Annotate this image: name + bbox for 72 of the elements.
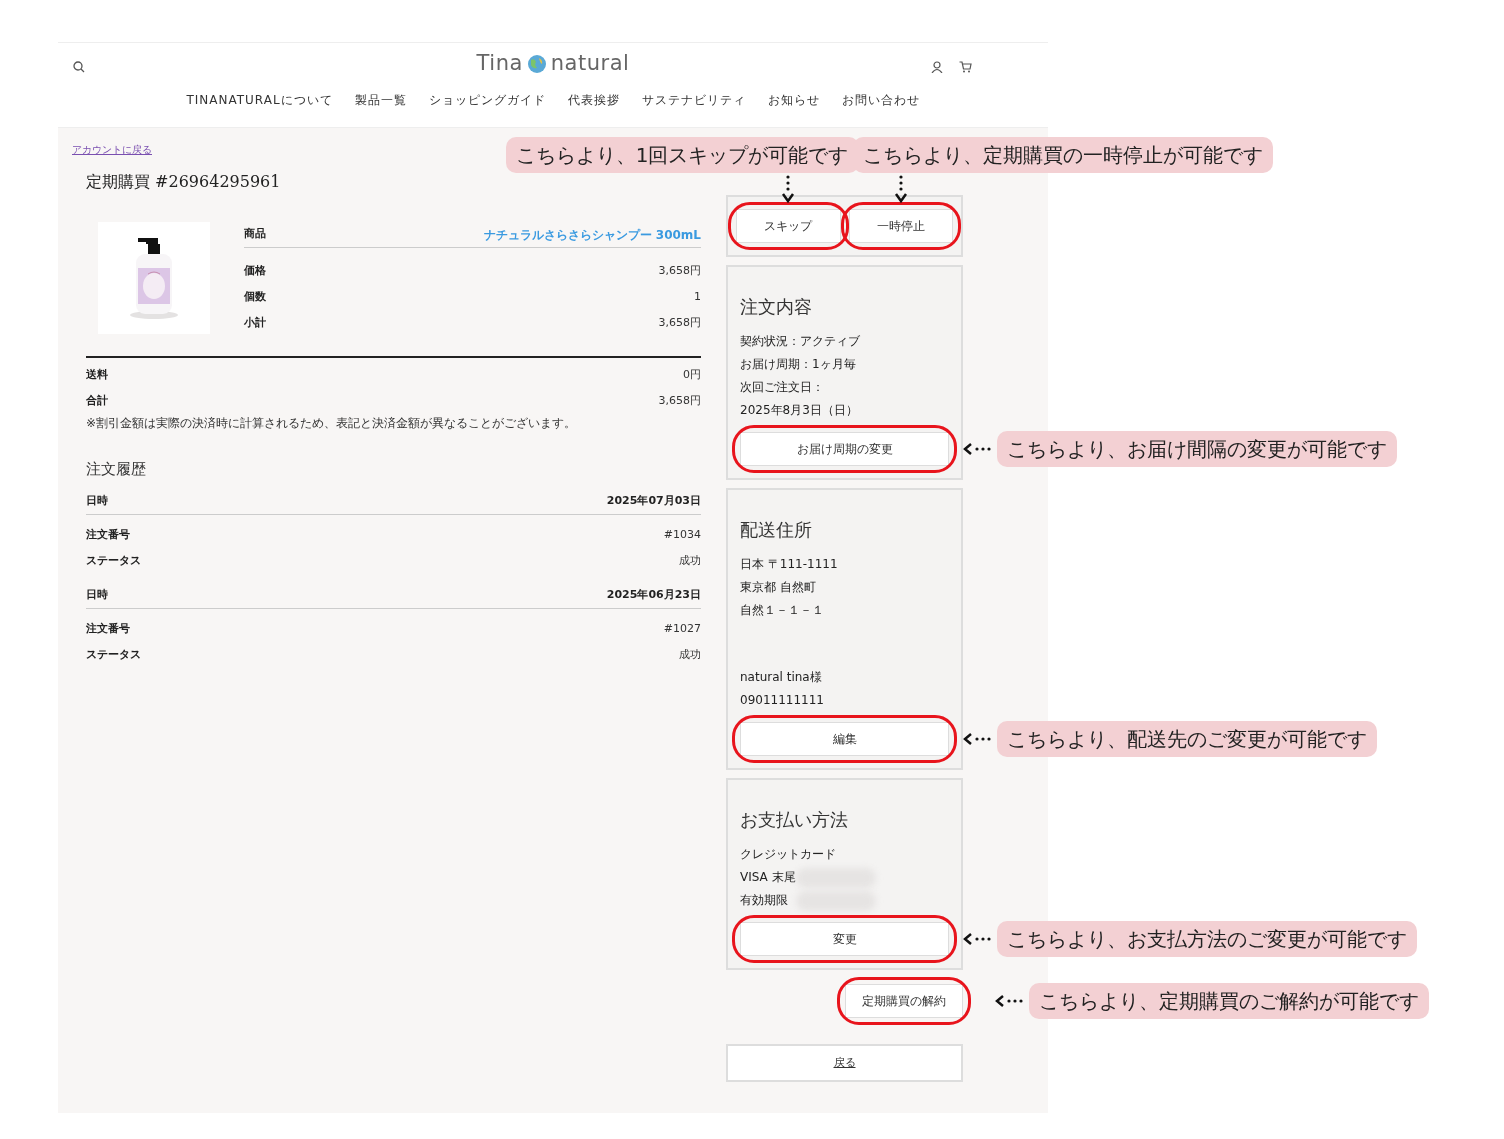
info-line: 自然１－１－１ [740,602,825,619]
row-value: #1034 [663,527,701,544]
arrow-icon [963,932,991,946]
row-label: 個数 [244,288,266,305]
return-button[interactable]: 戻る [726,1044,963,1082]
nav-link[interactable]: 製品一覧 [354,91,407,109]
row-label: 日時 [86,492,108,509]
row-value: 成功 [679,647,701,664]
nav-link[interactable]: 代表挨拶 [567,91,620,109]
skip-button[interactable]: スキップ [736,209,841,243]
info-line: 契約状況：アクティブ [740,333,861,350]
info-line: VISA 末尾 [740,866,949,889]
row-value: 3,658円 [658,314,701,331]
back-link[interactable]: アカウントに戻る [72,142,152,157]
annotation-callout: こちらより、配送先のご変更が可能です [997,721,1377,757]
globe-icon [526,53,547,74]
card-button[interactable]: お届け周期の変更 [740,432,949,466]
row-label: 注文番号 [86,621,130,638]
arrow-icon [995,994,1023,1008]
arrow-icon [893,174,908,204]
info-line: お届け周期：1ヶ月毎 [740,356,857,373]
card-heading: 配送住所 [740,518,813,542]
row-label: 小計 [244,314,266,331]
card-heading: 注文内容 [740,295,813,319]
annotation-callout: こちらより、お届け間隔の変更が可能です [997,431,1397,467]
info-line: 有効期限 [740,889,949,912]
page-title: 定期購買 #26964295961 [86,171,282,193]
row-label: 合計 [86,392,108,409]
row-value: 3,658円 [658,262,701,279]
arrow-icon [781,174,796,204]
column-label: 商品 [244,226,266,243]
card-button[interactable]: 変更 [740,922,949,956]
info-line: 2025年8月3日（日） [740,402,859,419]
nav-link[interactable]: ショッピングガイド [428,91,546,109]
row-label: 価格 [244,262,266,279]
nav-link[interactable]: お知らせ [767,91,820,109]
row-label: 注文番号 [86,527,130,544]
section-heading: 注文履歴 [86,459,147,480]
card-button[interactable]: 編集 [740,722,949,756]
row-value: #1027 [663,621,701,638]
order-date: 2025年06月23日 [606,586,701,603]
order-date: 2025年07月03日 [606,492,701,509]
user-icon[interactable] [931,61,943,73]
row-value: 0円 [683,366,701,383]
row-label: ステータス [86,553,141,570]
nav-link[interactable]: サステナビリティ [641,91,746,109]
card-heading: お支払い方法 [740,808,849,832]
annotation-callout: こちらより、お支払方法のご変更が可能です [997,921,1417,957]
nav-link[interactable]: TINANATURALについて [186,91,333,109]
cancel-button[interactable]: 定期購買の解約 [845,984,963,1018]
row-label: 日時 [86,586,108,603]
row-value: 1 [694,288,701,305]
info-line: 09011111111 [740,692,825,709]
nav-link[interactable]: お問い合わせ [841,91,920,109]
pause-button[interactable]: 一時停止 [848,209,953,243]
cart-icon[interactable] [959,61,972,73]
search-icon[interactable] [73,61,85,73]
logo-text[interactable]: Tina [476,53,523,74]
annotation-callout: こちらより、定期購買のご解約が可能です [1029,983,1429,1019]
row-value: 3,658円 [658,392,701,409]
info-line: 次回ご注文日： [740,379,825,396]
note-text: ※割引金額は実際の決済時に計算されるため、表記と決済金額が異なることがございます。 [86,415,578,432]
row-label: 送料 [86,366,108,383]
arrow-icon [963,732,991,746]
info-line: 東京都 自然町 [740,579,817,596]
logo-text[interactable]: natural [550,53,630,74]
info-line: クレジットカード [740,846,837,863]
info-line: natural tina様 [740,669,823,686]
row-value: 成功 [679,553,701,570]
row-label: ステータス [86,647,141,664]
arrow-icon [963,442,991,456]
info-line: 日本 〒111-1111 [740,556,839,573]
